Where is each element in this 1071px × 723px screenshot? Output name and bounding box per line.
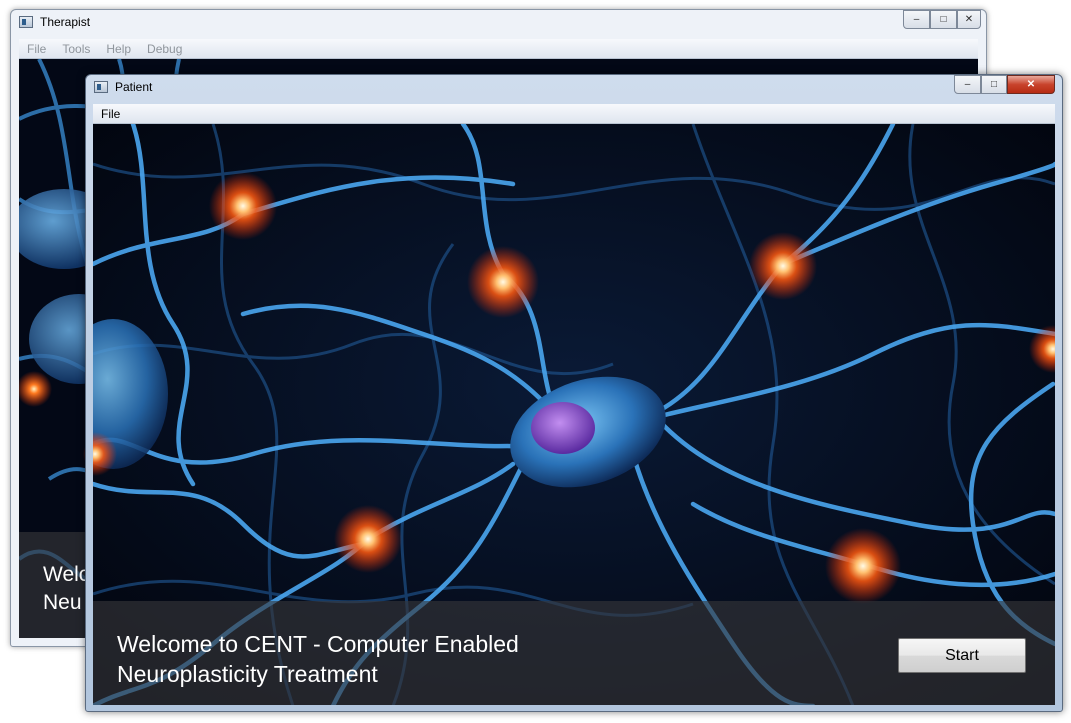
maximize-button[interactable]: □ xyxy=(930,10,957,29)
patient-window-title: Patient xyxy=(115,80,153,94)
maximize-icon: □ xyxy=(990,79,998,90)
patient-client-area: Welcome to CENT - Computer Enabled Neuro… xyxy=(93,124,1055,705)
start-button[interactable]: Start xyxy=(898,638,1026,673)
patient-titlebar[interactable]: Patient – □ ✕ xyxy=(86,75,1062,101)
menu-tools[interactable]: Tools xyxy=(54,42,98,56)
close-icon: ✕ xyxy=(964,14,974,25)
patient-window[interactable]: Patient – □ ✕ File Welcome to CENT - Com… xyxy=(85,74,1063,712)
app-icon xyxy=(19,16,33,28)
close-button[interactable]: ✕ xyxy=(1007,75,1055,94)
maximize-button[interactable]: □ xyxy=(981,75,1007,94)
close-button[interactable]: ✕ xyxy=(957,10,981,29)
maximize-icon: □ xyxy=(940,14,947,25)
patient-menubar: File xyxy=(93,104,1055,124)
minimize-button[interactable]: – xyxy=(954,75,981,94)
welcome-text: Welcome to CENT - Computer Enabled Neuro… xyxy=(117,631,519,687)
therapist-menubar: File Tools Help Debug xyxy=(19,39,978,59)
menu-help[interactable]: Help xyxy=(98,42,139,56)
app-icon xyxy=(94,81,108,93)
menu-debug[interactable]: Debug xyxy=(139,42,190,56)
minimize-icon: – xyxy=(913,14,920,25)
therapist-titlebar[interactable]: Therapist – □ ✕ xyxy=(11,10,986,36)
menu-file[interactable]: File xyxy=(93,107,128,121)
close-icon: ✕ xyxy=(1026,79,1036,90)
minimize-icon: – xyxy=(964,79,971,90)
menu-file[interactable]: File xyxy=(19,42,54,56)
minimize-button[interactable]: – xyxy=(903,10,930,29)
therapist-window-title: Therapist xyxy=(40,15,91,29)
